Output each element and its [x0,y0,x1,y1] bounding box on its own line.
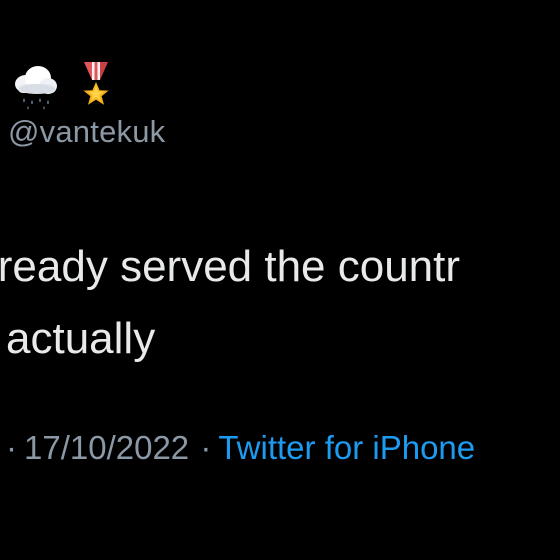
tweet-source-link[interactable]: Twitter for iPhone [218,429,475,466]
meta-separator: · [200,429,212,466]
author-badges [8,60,122,112]
author-handle[interactable]: @vantekuk [8,113,165,151]
meta-separator: · [6,429,17,466]
tweet-text: lready served the countr actually [0,231,560,375]
tweet-date[interactable]: 17/10/2022 [24,429,189,466]
tweet-line-1: lready served the countr [0,242,461,291]
tweet-meta: · 17/10/2022 · Twitter for iPhone [0,426,560,470]
tweet-line-2: actually [6,314,156,363]
cloud-with-rain-icon [8,60,60,112]
tweet-screenshot: @vantekuk lready served the countr actua… [0,0,560,560]
military-medal-icon [70,60,122,112]
